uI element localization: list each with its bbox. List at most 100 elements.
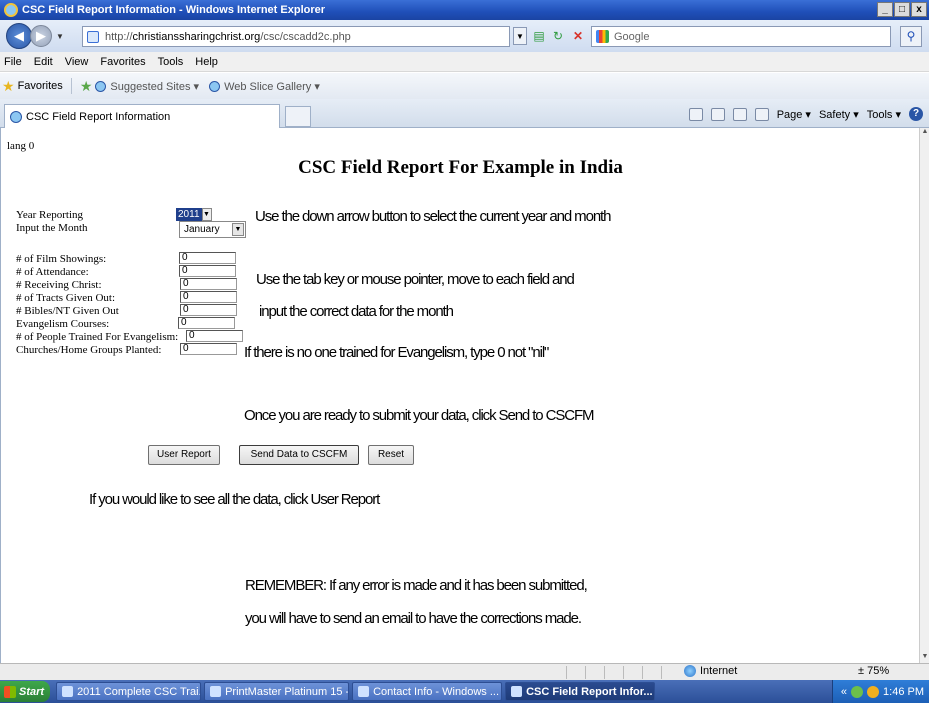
taskbar-item-printmaster[interactable]: PrintMaster Platinum 15 -...	[204, 682, 350, 701]
churches-planted-input[interactable]: 0	[180, 343, 237, 355]
receiving-christ-input[interactable]: 0	[180, 278, 237, 290]
zoom-level[interactable]: ± 75%	[858, 665, 889, 677]
bibles-input[interactable]: 0	[180, 304, 237, 316]
search-icon[interactable]: ⚲	[900, 26, 922, 47]
address-input[interactable]: http://christianssharingchrist.org/csc/c…	[82, 26, 510, 47]
menu-edit[interactable]: Edit	[34, 56, 53, 68]
stop-icon[interactable]: ✕	[571, 29, 585, 43]
url-host: christianssharingchrist.org	[132, 30, 261, 43]
back-button[interactable]: ◀	[6, 23, 32, 49]
new-tab-button[interactable]	[285, 106, 311, 127]
tab-csc-field-report[interactable]: CSC Field Report Information	[4, 104, 280, 128]
menu-view[interactable]: View	[65, 56, 89, 68]
menu-favorites[interactable]: Favorites	[100, 56, 145, 68]
taskbar-item-contact-info[interactable]: Contact Info - Windows ...	[352, 682, 503, 701]
minimize-button[interactable]: _	[877, 2, 893, 17]
field-label-receiving-christ: # Receiving Christ:	[16, 279, 102, 291]
hint-tab-key: Use the tab key or mouse pointer, move t…	[256, 271, 575, 288]
lang-indicator: lang 0	[7, 140, 35, 152]
tools-menu[interactable]: Tools ▾	[867, 108, 901, 121]
recent-pages-dropdown[interactable]: ▼	[56, 32, 64, 41]
month-select-value: January	[184, 224, 220, 235]
compatibility-view-icon[interactable]: ▤	[532, 29, 546, 43]
page-content: lang 0 CSC Field Report For Example in I…	[0, 128, 919, 663]
search-placeholder: Google	[614, 30, 650, 43]
field-label-film-showings: # of Film Showings:	[16, 253, 107, 265]
evangelism-courses-input[interactable]: 0	[178, 317, 235, 329]
menu-tools[interactable]: Tools	[158, 56, 184, 68]
print-icon[interactable]	[754, 107, 769, 121]
send-data-button[interactable]: Send Data to CSCFM	[239, 445, 359, 465]
tab-bar: CSC Field Report Information Page ▾ Safe…	[0, 99, 929, 128]
status-panel	[604, 666, 622, 679]
favorites-button[interactable]: Favorites	[18, 80, 63, 92]
start-button[interactable]: Start	[0, 681, 51, 702]
year-select[interactable]: 2011 ▼	[176, 208, 212, 221]
printmaster-icon	[210, 686, 222, 697]
separator	[70, 78, 72, 94]
search-input[interactable]: Google	[591, 26, 891, 47]
window-titlebar: CSC Field Report Information - Windows I…	[0, 0, 929, 20]
vertical-scrollbar[interactable]: ▲ ▼	[919, 128, 929, 663]
start-label: Start	[19, 685, 45, 698]
people-trained-input[interactable]: 0	[186, 330, 243, 342]
remember-note-line2: you will have to send an email to have t…	[245, 610, 582, 627]
status-panel	[661, 666, 679, 679]
feeds-icon[interactable]	[710, 107, 725, 121]
tracts-input[interactable]: 0	[180, 291, 237, 303]
window-title: CSC Field Report Information - Windows I…	[22, 4, 326, 16]
home-icon[interactable]	[688, 107, 703, 121]
hint-input-data: input the correct data for the month	[259, 303, 454, 320]
google-icon	[596, 30, 609, 43]
taskbar-item-csc-field-report[interactable]: CSC Field Report Infor...	[505, 682, 656, 701]
address-dropdown-button[interactable]: ▼	[513, 27, 527, 45]
url-prefix: http://	[105, 30, 133, 43]
web-slice-gallery-link[interactable]: Web Slice Gallery ▾	[209, 80, 320, 93]
task-label: 2011 Complete CSC Trai...	[77, 685, 202, 698]
help-icon[interactable]: ?	[909, 107, 923, 121]
security-icon[interactable]	[867, 685, 880, 698]
ie-icon	[511, 686, 523, 697]
tab-title: CSC Field Report Information	[26, 110, 171, 123]
close-button[interactable]: x	[911, 2, 927, 17]
menu-file[interactable]: File	[4, 56, 22, 68]
reset-button[interactable]: Reset	[368, 445, 414, 465]
mail-icon[interactable]	[732, 107, 747, 121]
field-label-people-trained: # of People Trained For Evangelism:	[16, 331, 179, 343]
ie-icon	[10, 110, 22, 123]
url-path: /csc/cscadd2c.php	[260, 30, 351, 43]
month-select[interactable]: January ▼	[179, 221, 246, 238]
suggested-sites-link[interactable]: Suggested Sites ▾	[95, 80, 199, 93]
user-report-button[interactable]: User Report	[148, 445, 220, 465]
hint-type-zero: If there is no one trained for Evangelis…	[244, 344, 549, 361]
status-bar: Internet ± 75%	[0, 663, 929, 680]
scroll-down-icon[interactable]: ▼	[920, 653, 929, 663]
year-select-value: 2011	[176, 208, 202, 221]
command-bar: Page ▾ Safety ▾ Tools ▾ ?	[681, 107, 923, 121]
taskbar-item-csc-training[interactable]: 2011 Complete CSC Trai...	[56, 682, 202, 701]
task-label: CSC Field Report Infor...	[526, 685, 653, 698]
month-label: Input the Month	[16, 222, 88, 234]
film-showings-input[interactable]: 0	[179, 252, 236, 264]
field-label-tracts: # of Tracts Given Out:	[16, 292, 115, 304]
ie-icon	[358, 686, 370, 697]
tray-expand-icon[interactable]: «	[841, 686, 847, 698]
maximize-button[interactable]: □	[894, 2, 910, 17]
chevron-down-icon[interactable]: ▼	[232, 223, 244, 236]
security-zone[interactable]: Internet	[684, 665, 737, 677]
hint-send: Once you are ready to submit your data, …	[244, 407, 595, 424]
task-label: Contact Info - Windows ...	[373, 685, 499, 698]
attendance-input[interactable]: 0	[179, 265, 236, 277]
refresh-icon[interactable]: ↻	[551, 29, 565, 43]
chevron-down-icon[interactable]: ▼	[201, 208, 212, 221]
add-favorite-icon[interactable]: ★	[80, 78, 93, 95]
globe-icon	[684, 665, 696, 677]
safety-menu[interactable]: Safety ▾	[819, 108, 859, 121]
menu-help[interactable]: Help	[195, 56, 218, 68]
status-panel	[623, 666, 641, 679]
network-icon[interactable]	[851, 685, 864, 698]
windows-flag-icon	[4, 685, 16, 698]
page-menu[interactable]: Page ▾	[777, 108, 811, 121]
scroll-up-icon[interactable]: ▲	[920, 128, 929, 138]
forward-button[interactable]: ▶	[30, 25, 52, 47]
